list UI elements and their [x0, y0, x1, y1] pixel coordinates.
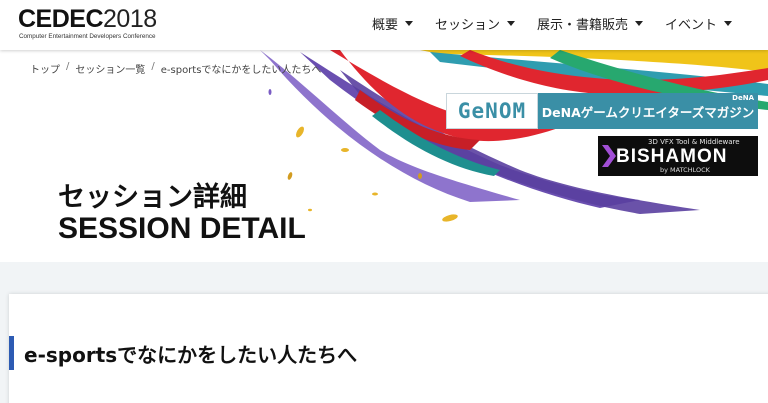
caret-down-icon — [724, 20, 732, 26]
nav-item-sessions[interactable]: セッション — [435, 14, 515, 33]
title-accent-bar — [9, 336, 14, 370]
genom-banner[interactable]: GeNOM — [446, 93, 538, 129]
breadcrumb-separator: / — [66, 61, 70, 72]
site-header: CEDEC2018 Computer Entertainment Develop… — [0, 0, 768, 50]
dena-banner[interactable]: DeNAゲームクリエイターズマガジン DeNA — [538, 93, 758, 129]
bishamon-logo: BISHAMON — [616, 146, 728, 167]
nav-label: 概要 — [371, 17, 398, 33]
bishamon-byline: by MATCHLOCK — [660, 166, 710, 174]
bishamon-banner[interactable]: 3D VFX Tool & Middleware BISHAMON by MAT… — [598, 136, 758, 176]
page-title-en: SESSION DETAIL — [58, 212, 306, 245]
nav-label: イベント — [664, 17, 717, 33]
genom-logo: GeNOM — [457, 99, 527, 123]
caret-down-icon — [506, 20, 515, 26]
nav-item-events[interactable]: イベント — [665, 14, 732, 33]
nav-item-overview[interactable]: 概要 — [372, 14, 413, 33]
main-nav: 概要 セッション 展示・書籍販売 イベント — [372, 0, 732, 46]
bishamon-x-icon — [602, 145, 616, 167]
dena-banner-text: DeNAゲームクリエイターズマガジン — [541, 104, 755, 120]
dena-badge: DeNA — [732, 94, 754, 102]
breadcrumb-separator: / — [151, 61, 155, 72]
logo-subtitle: Computer Entertainment Developers Confer… — [19, 33, 156, 40]
session-card: e-sportsでなにかをしたい人たちへ — [9, 294, 768, 403]
breadcrumb-link-sessions[interactable]: セッション一覧 — [75, 61, 145, 76]
nav-label: 展示・書籍販売 — [536, 17, 628, 33]
breadcrumb-current: e-sportsでなにかをしたい人たちへ — [160, 65, 322, 76]
hero-banner: トップ / セッション一覧 / e-sportsでなにかをしたい人たちへ GeN… — [0, 50, 768, 262]
breadcrumb: トップ / セッション一覧 / e-sportsでなにかをしたい人たちへ — [30, 61, 321, 76]
cedec-logo[interactable]: CEDEC2018 Computer Entertainment Develop… — [18, 4, 168, 44]
nav-label: セッション — [434, 17, 500, 33]
caret-down-icon — [634, 20, 643, 26]
page-title-jp: セッション詳細 — [58, 182, 247, 213]
logo-wordmark: CEDEC2018 — [18, 5, 157, 33]
breadcrumb-link-top[interactable]: トップ — [30, 61, 60, 76]
bishamon-tagline: 3D VFX Tool & Middleware — [648, 138, 740, 146]
nav-item-exhibition[interactable]: 展示・書籍販売 — [537, 14, 643, 33]
caret-down-icon — [404, 20, 413, 26]
session-title: e-sportsでなにかをしたい人たちへ — [24, 343, 358, 367]
